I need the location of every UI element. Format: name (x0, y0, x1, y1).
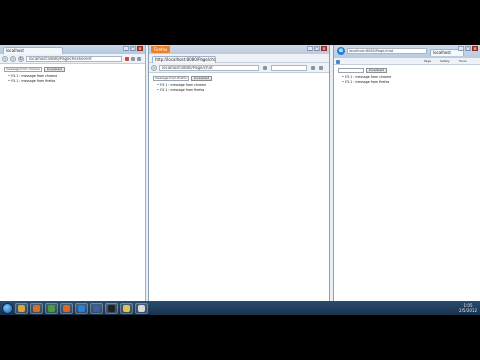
maximize-icon[interactable]: □ (130, 46, 136, 51)
close-icon[interactable]: x (137, 46, 143, 51)
minimize-icon[interactable]: _ (458, 46, 464, 51)
maximize-icon[interactable]: □ (314, 46, 320, 51)
ie-icon (78, 304, 85, 312)
forward-icon[interactable]: › (10, 56, 16, 62)
reload-icon[interactable]: ↻ (18, 56, 24, 62)
close-icon[interactable]: x (321, 46, 327, 51)
firefox-menu-button[interactable]: Firefox (151, 46, 171, 53)
browser-tab[interactable]: http://localhost:8080/Page/chat (152, 56, 216, 63)
clock-date: 2/5/2012 (459, 308, 477, 313)
search-input[interactable] (271, 65, 307, 71)
wrench-icon[interactable] (137, 57, 141, 61)
chat-form: message from chrome broadcast (4, 67, 141, 72)
broadcast-button[interactable]: broadcast (44, 67, 65, 72)
taskbar-button[interactable] (135, 302, 148, 314)
explorer-icon (18, 304, 25, 312)
tab-strip: http://localhost:8080/Page/chat (149, 54, 329, 63)
menu-safety[interactable]: Safety (440, 58, 450, 65)
menu-page[interactable]: Page (424, 58, 431, 65)
chat-form: message from firefox broadcast (153, 76, 325, 81)
back-icon[interactable]: ‹ (2, 56, 8, 62)
message-input[interactable] (338, 68, 364, 73)
folder-icon (123, 304, 130, 312)
title-bar: e localhost:8080/Page/chat localhost _ □… (334, 45, 480, 58)
favorites-icon[interactable] (336, 60, 340, 64)
taskbar-button[interactable] (45, 302, 58, 314)
document-icon (138, 304, 145, 312)
taskbar-button[interactable] (30, 302, 43, 314)
chrome-window: localhost _ □ x ‹ › ↻ localhost:8080/Pag… (0, 45, 146, 301)
message-input[interactable]: message from chrome (4, 67, 42, 72)
message-input[interactable]: message from firefox (153, 76, 189, 81)
broadcast-button[interactable]: broadcast (366, 68, 387, 73)
page-content: message from chrome broadcast Y.5.1 : me… (0, 64, 145, 86)
message-list: Y.5.1 : message from chrome Y.5.1 : mess… (4, 74, 141, 83)
title-bar: localhost _ □ x (0, 45, 145, 54)
chat-form: broadcast (338, 68, 476, 73)
taskbar-apps (13, 302, 148, 314)
page-content: broadcast Y.5.1 : message from chrome Y.… (334, 65, 480, 87)
broadcast-button[interactable]: broadcast (191, 76, 212, 81)
taskbar-button[interactable] (60, 302, 73, 314)
title-bar: Firefox _ □ x (149, 45, 329, 54)
window-controls: _ □ x (123, 46, 143, 51)
page-menu-icon[interactable] (131, 57, 135, 61)
taskbar-button[interactable] (120, 302, 133, 314)
firefox-window: Firefox _ □ x http://localhost:8080/Page… (148, 45, 330, 301)
taskbar-button[interactable] (105, 302, 118, 314)
browser-tab[interactable]: localhost (3, 47, 63, 54)
command-bar: Page Safety Tools (334, 58, 480, 65)
terminal-icon (108, 304, 115, 312)
app-icon (93, 304, 100, 312)
menu-tools[interactable]: Tools (459, 58, 466, 65)
message-list: Y.5.1 : message from chrome Y.5.1 : mess… (153, 83, 325, 92)
page-content: message from firefox broadcast Y.5.1 : m… (149, 73, 329, 95)
minimize-icon[interactable]: _ (123, 46, 129, 51)
address-bar[interactable]: localhost:8080/Page/chat (159, 65, 259, 71)
browser-toolbar: ‹ localhost:8080/Page/chat (149, 63, 329, 73)
star-icon[interactable] (263, 66, 267, 70)
address-bar[interactable]: localhost:8080/Pagecheckerent (26, 56, 122, 62)
maximize-icon[interactable]: □ (465, 46, 471, 51)
list-item: Y.5.1 : message from firefox (8, 79, 141, 84)
browser-toolbar: ‹ › ↻ localhost:8080/Pagecheckerent (0, 54, 145, 64)
chrome-icon (48, 304, 55, 312)
minimize-icon[interactable]: _ (307, 46, 313, 51)
start-button[interactable] (2, 302, 13, 314)
taskbar-button[interactable] (90, 302, 103, 314)
media-player-icon (33, 304, 40, 312)
taskbar-button[interactable] (15, 302, 28, 314)
back-icon[interactable]: ‹ (151, 65, 157, 71)
close-icon[interactable]: x (472, 46, 478, 51)
taskbar-button[interactable] (75, 302, 88, 314)
home-icon[interactable] (311, 66, 315, 70)
ie-window: e localhost:8080/Page/chat localhost _ □… (333, 45, 480, 301)
message-list: Y.5.1 : message from chrome Y.5.1 : mess… (338, 75, 476, 84)
list-item: Y.5.1 : message from firefox (342, 80, 476, 85)
bookmarks-icon[interactable] (319, 66, 323, 70)
window-controls: _ □ x (458, 46, 478, 51)
list-item: Y.5.1 : message from firefox (157, 88, 325, 93)
ie-icon[interactable]: e (337, 47, 345, 55)
firefox-icon (63, 304, 70, 312)
taskbar: 1:05 2/5/2012 (0, 301, 480, 315)
desktop: localhost _ □ x ‹ › ↻ localhost:8080/Pag… (0, 45, 480, 315)
system-clock[interactable]: 1:05 2/5/2012 (459, 303, 477, 313)
bookmark-icon[interactable] (125, 57, 129, 61)
window-controls: _ □ x (307, 46, 327, 51)
address-bar[interactable]: localhost:8080/Page/chat (347, 48, 427, 54)
